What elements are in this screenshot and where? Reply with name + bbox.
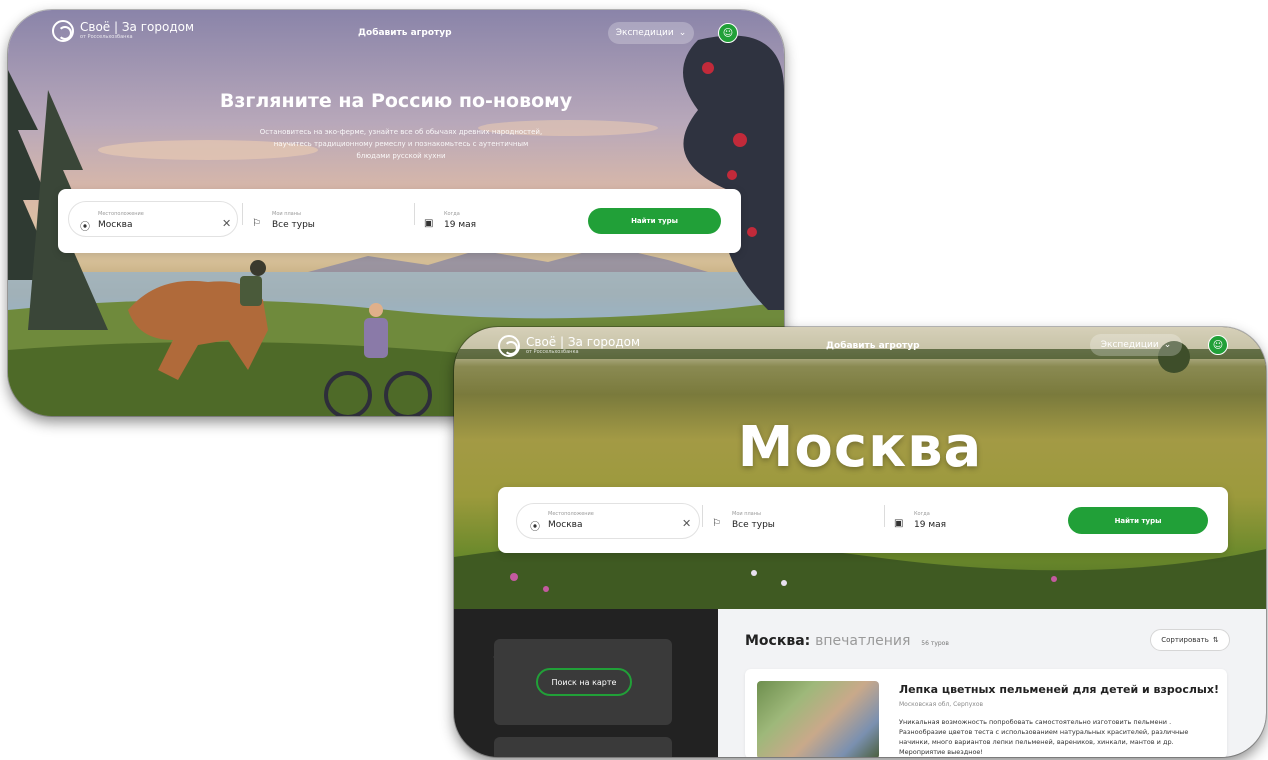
date-caption: Когда [444, 211, 460, 217]
city-page-screenshot: Своё | За городом от Россельхозбанка Доб… [454, 327, 1266, 757]
location-value: Москва [98, 220, 133, 230]
clear-location-icon[interactable]: ✕ [682, 517, 691, 530]
logo-icon [52, 20, 74, 42]
section-title: Москва: впечатления 56 туров [745, 633, 949, 649]
add-agrotour-link[interactable]: Добавить агротур [358, 28, 452, 38]
clear-location-icon[interactable]: ✕ [222, 217, 231, 230]
plans-value: Все туры [272, 220, 315, 230]
date-value: 19 мая [914, 520, 947, 530]
date-value: 19 мая [444, 220, 477, 230]
calendar-icon: ▣ [424, 218, 434, 229]
tour-count: 56 туров [921, 640, 949, 647]
user-icon: ☺ [1212, 339, 1224, 351]
flag-icon: ⚐ [712, 518, 721, 529]
divider [242, 203, 243, 225]
find-tours-button[interactable]: Найти туры [1068, 507, 1208, 534]
user-profile-button[interactable]: ☺ [1208, 335, 1228, 355]
divider [414, 203, 415, 225]
location-field[interactable] [516, 503, 700, 539]
location-pin-icon: ⦿ [80, 222, 90, 233]
tour-card-image [757, 681, 879, 757]
tour-card-title[interactable]: Лепка цветных пельменей для детей и взро… [899, 683, 1219, 696]
calendar-icon: ▣ [894, 518, 904, 529]
date-field[interactable]: ▣ Когда 19 мая [894, 511, 1054, 539]
user-icon: ☺ [722, 27, 734, 39]
expeditions-label: Экспедиции [615, 28, 674, 38]
expeditions-label: Экспедиции [1100, 340, 1159, 350]
expeditions-dropdown[interactable]: Экспедиции ⌄ [1090, 334, 1182, 356]
flag-icon: ⚐ [252, 218, 261, 229]
site-logo[interactable]: Своё | За городом от Россельхозбанка [52, 20, 194, 42]
brand-name: Своё | За городом [526, 335, 641, 349]
section-city: Москва: [745, 633, 811, 649]
tour-search-bar: ⦿ Местоположение Москва ✕ ⚐ Мои планы Вс… [498, 487, 1228, 553]
plans-caption: Мои планы [272, 211, 301, 217]
section-category: впечатления [815, 633, 911, 649]
sort-button[interactable]: Сортировать ⇅ [1150, 629, 1230, 651]
map-search-button[interactable]: Поиск на карте [536, 668, 632, 696]
location-caption: Местоположение [98, 211, 144, 217]
brand-name: Своё | За городом [80, 20, 195, 34]
location-caption: Местоположение [548, 511, 594, 517]
site-logo[interactable]: Своё | За городом от Россельхозбанка [498, 335, 640, 357]
location-pin-icon: ⦿ [530, 522, 540, 533]
site-header: Своё | За городом от Россельхозбанка Доб… [454, 327, 1266, 371]
sort-label: Сортировать [1161, 636, 1209, 644]
user-profile-button[interactable]: ☺ [718, 23, 738, 43]
hero-subtitle: Остановитесь на эко-ферме, узнайте все о… [259, 128, 543, 160]
location-value: Москва [548, 520, 583, 530]
tour-card-location: Московская обл, Серпухов [899, 701, 984, 708]
add-agrotour-link[interactable]: Добавить агротур [826, 341, 920, 351]
hero-title: Взгляните на Россию по-новому [219, 90, 573, 112]
tours-section: Москва: впечатления 56 туров Сортировать… [718, 609, 1266, 757]
site-header: Своё | За городом от Россельхозбанка Доб… [8, 10, 784, 54]
chevron-down-icon: ⌄ [678, 28, 687, 38]
location-field[interactable] [68, 201, 238, 237]
chevron-down-icon: ⌄ [1163, 340, 1172, 350]
date-field[interactable]: ▣ Когда 19 мая [424, 211, 574, 239]
expeditions-dropdown[interactable]: Экспедиции ⌄ [608, 22, 694, 44]
logo-icon [498, 335, 520, 357]
find-tours-button[interactable]: Найти туры [588, 208, 721, 234]
plans-field[interactable]: ⚐ Мои планы Все туры [252, 211, 402, 239]
brand-subtitle: от Россельхозбанка [80, 34, 133, 40]
plans-value: Все туры [732, 520, 775, 530]
sort-arrows-icon: ⇅ [1212, 636, 1219, 644]
tour-card-description: Уникальная возможность попробовать самос… [899, 718, 1189, 756]
divider [884, 505, 885, 527]
plans-caption: Мои планы [732, 511, 761, 517]
date-caption: Когда [914, 511, 930, 517]
brand-subtitle: от Россельхозбанка [526, 349, 579, 355]
tour-card[interactable]: Лепка цветных пельменей для детей и взро… [745, 669, 1227, 757]
city-title: Москва [737, 415, 983, 480]
plans-field[interactable]: ⚐ Мои планы Все туры [712, 511, 872, 539]
filter-card [494, 737, 672, 757]
tour-search-bar: ⦿ Местоположение Москва ✕ ⚐ Мои планы Вс… [58, 189, 741, 253]
divider [702, 505, 703, 527]
